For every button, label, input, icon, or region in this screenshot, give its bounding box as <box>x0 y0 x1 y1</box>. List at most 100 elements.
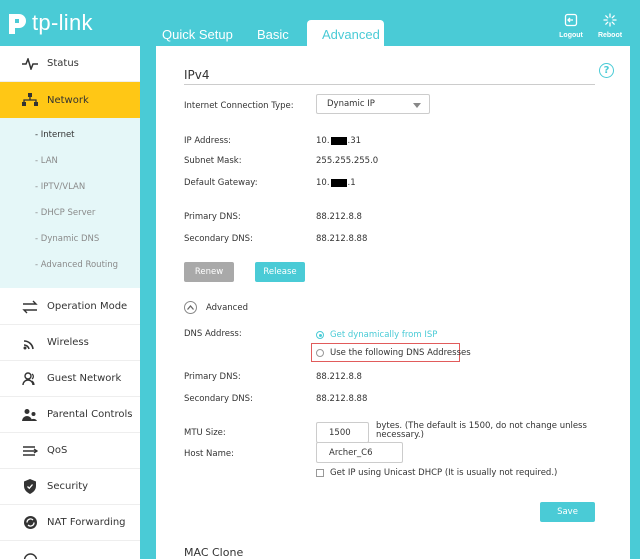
save-button[interactable]: Save <box>540 502 595 522</box>
ip-address-label: IP Address: <box>184 136 232 146</box>
help-icon[interactable]: ? <box>599 63 614 78</box>
dns-address-label: DNS Address: <box>184 329 242 339</box>
checkbox-box <box>316 469 324 477</box>
gateway-prefix: 10. <box>316 178 330 188</box>
sidebar-item-label: Status <box>47 58 79 69</box>
sidebar-item-label: Wireless <box>47 337 89 348</box>
partial-icon <box>22 551 38 559</box>
sidebar-item-next[interactable] <box>0 541 140 559</box>
host-name-input[interactable]: Archer_C6 <box>316 442 403 463</box>
sidebar-item-wireless[interactable]: Wireless <box>0 325 140 361</box>
logout-button[interactable]: Logout <box>553 12 589 39</box>
dns-radio-manual[interactable]: Use the following DNS Addresses <box>316 348 471 358</box>
default-gateway-label: Default Gateway: <box>184 178 258 188</box>
sidebar: Status Network - Internet - LAN - IPTV/V… <box>0 46 140 559</box>
connection-type-label: Internet Connection Type: <box>184 101 294 111</box>
qos-icon <box>22 443 38 459</box>
chevron-up-icon <box>184 301 197 314</box>
wifi-icon <box>22 335 38 351</box>
pulse-icon <box>22 56 38 72</box>
sidebar-item-network[interactable]: Network <box>0 82 140 118</box>
sidebar-item-qos[interactable]: QoS <box>0 433 140 469</box>
parental-icon <box>22 407 38 423</box>
adv-primary-dns-label: Primary DNS: <box>184 372 241 382</box>
tp-link-mark-icon <box>9 14 26 34</box>
subnav-item-iptv-vlan[interactable]: - IPTV/VLAN <box>35 182 85 192</box>
swap-icon <box>22 299 38 315</box>
tab-basic[interactable]: Basic <box>247 20 299 46</box>
adv-secondary-dns-value: 88.212.8.88 <box>316 394 368 404</box>
main-panel: IPv4 ? Internet Connection Type: Dynamic… <box>156 46 630 559</box>
sidebar-item-operation-mode[interactable]: Operation Mode <box>0 289 140 325</box>
sidebar-item-label: Guest Network <box>47 373 122 384</box>
connection-type-value: Dynamic IP <box>327 99 375 109</box>
ip-suffix: .31 <box>347 136 362 146</box>
sidebar-item-label: Network <box>47 94 89 106</box>
radio-unselected <box>316 349 324 357</box>
adv-secondary-dns-label: Secondary DNS: <box>184 394 253 404</box>
sidebar-item-guest-network[interactable]: Guest Network <box>0 361 140 397</box>
secondary-dns-label: Secondary DNS: <box>184 234 253 244</box>
reboot-icon <box>603 13 617 27</box>
section-title-ipv4: IPv4 <box>184 68 210 82</box>
subnet-mask-value: 255.255.255.0 <box>316 156 379 166</box>
logout-label: Logout <box>559 32 583 39</box>
dns-radio-dynamic[interactable]: Get dynamically from ISP <box>316 330 437 340</box>
nat-icon <box>22 515 38 531</box>
gateway-suffix: .1 <box>347 178 356 188</box>
logo-text: tp-link <box>32 10 93 35</box>
subnet-mask-label: Subnet Mask: <box>184 156 242 166</box>
primary-dns-value: 88.212.8.8 <box>316 212 362 222</box>
sidebar-item-label: NAT Forwarding <box>47 517 126 528</box>
reboot-label: Reboot <box>597 32 623 39</box>
unicast-dhcp-label: Get IP using Unicast DHCP (It is usually… <box>330 468 558 478</box>
adv-primary-dns-value: 88.212.8.8 <box>316 372 362 382</box>
redaction-block <box>330 179 347 187</box>
network-icon <box>22 92 38 108</box>
ip-address-value: 10. .31 <box>316 136 361 146</box>
mac-clone-title: MAC Clone <box>184 546 244 559</box>
renew-button[interactable]: Renew <box>184 262 234 282</box>
header-bar: tp-link Quick Setup Basic Advanced Logou… <box>0 0 640 46</box>
network-subnav: - Internet - LAN - IPTV/VLAN - DHCP Serv… <box>0 118 140 288</box>
connection-type-select[interactable]: Dynamic IP <box>316 94 430 114</box>
primary-dns-label: Primary DNS: <box>184 212 241 222</box>
ip-prefix: 10. <box>316 136 330 146</box>
subnav-item-advanced-routing[interactable]: - Advanced Routing <box>35 260 118 270</box>
reboot-button[interactable]: Reboot <box>592 12 628 39</box>
logout-icon <box>564 13 578 27</box>
radio-selected <box>316 331 324 339</box>
release-button[interactable]: Release <box>255 262 305 282</box>
sidebar-item-nat-forwarding[interactable]: NAT Forwarding <box>0 505 140 541</box>
subnav-item-dhcp-server[interactable]: - DHCP Server <box>35 208 95 218</box>
sidebar-item-label: Parental Controls <box>47 409 133 420</box>
mtu-note: bytes. (The default is 1500, do not chan… <box>376 421 587 440</box>
host-name-label: Host Name: <box>184 449 234 459</box>
sidebar-item-status[interactable]: Status <box>0 46 140 82</box>
section-divider <box>184 84 595 85</box>
sidebar-item-label: Security <box>47 481 89 492</box>
tab-advanced[interactable]: Advanced <box>307 20 384 46</box>
tab-quick-setup[interactable]: Quick Setup <box>152 20 243 46</box>
guest-icon <box>22 371 38 387</box>
subnav-item-lan[interactable]: - LAN <box>35 156 58 166</box>
tp-link-logo: tp-link <box>6 10 93 36</box>
secondary-dns-value: 88.212.8.88 <box>316 234 368 244</box>
default-gateway-value: 10. .1 <box>316 178 356 188</box>
dns-radio-manual-label: Use the following DNS Addresses <box>330 348 471 358</box>
sidebar-item-label: Operation Mode <box>47 301 128 312</box>
sidebar-item-label: QoS <box>47 445 68 456</box>
advanced-label: Advanced <box>206 302 248 313</box>
mtu-size-input[interactable]: 1500 <box>316 422 369 443</box>
dns-radio-dynamic-label: Get dynamically from ISP <box>330 330 438 340</box>
sidebar-item-security[interactable]: Security <box>0 469 140 505</box>
chevron-down-icon <box>413 103 421 108</box>
subnav-item-dynamic-dns[interactable]: - Dynamic DNS <box>35 234 99 244</box>
sidebar-item-parental-controls[interactable]: Parental Controls <box>0 397 140 433</box>
unicast-dhcp-checkbox[interactable]: Get IP using Unicast DHCP (It is usually… <box>316 468 557 478</box>
mtu-size-label: MTU Size: <box>184 428 226 438</box>
redaction-block <box>330 137 347 145</box>
subnav-item-internet[interactable]: - Internet <box>35 130 75 140</box>
advanced-toggle[interactable]: Advanced <box>184 301 248 314</box>
shield-icon <box>22 479 38 495</box>
